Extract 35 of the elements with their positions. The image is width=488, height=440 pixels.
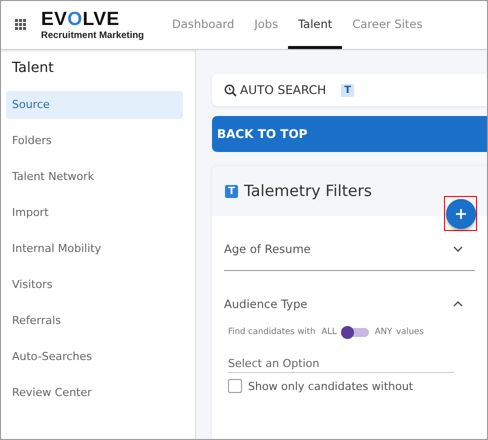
all-option-label: ALL (321, 327, 337, 337)
nav-tab[interactable]: Jobs (244, 1, 288, 49)
sidebar-item[interactable]: Referrals (6, 307, 183, 335)
filters-title: Talemetry Filters (244, 182, 372, 200)
sidebar-item[interactable]: Import (6, 199, 183, 227)
nav-tab[interactable]: Career Sites (342, 1, 432, 49)
nav-tab[interactable]: Dashboard (162, 1, 244, 49)
auto-search-bar[interactable]: AUTO SEARCH T (212, 74, 487, 106)
sidebar-item[interactable]: Source (6, 91, 183, 119)
filter-section-title[interactable]: Age of Resume (224, 242, 311, 256)
sidebar-item[interactable]: Auto-Searches (6, 343, 183, 371)
plus-icon (456, 208, 466, 218)
checkbox-label: Show only candidates without (248, 380, 414, 392)
sidebar-title: Talent (11, 60, 55, 78)
checkbox[interactable] (228, 379, 242, 393)
t-badge-icon: T (341, 84, 354, 96)
filter-section-title[interactable]: Audience Type (224, 297, 308, 311)
sidebar-item[interactable]: Visitors (6, 271, 183, 299)
sidebar-item[interactable]: Review Center (6, 379, 183, 407)
logo-tagline: Recruitment Marketing (41, 30, 144, 40)
sidebar-item[interactable]: Talent Network (6, 163, 183, 191)
t-badge-icon: T (225, 184, 238, 198)
back-to-top-button[interactable]: BACK TO TOP (212, 116, 487, 152)
sidebar-item[interactable]: Folders (6, 127, 183, 155)
match-prefix-text: Find candidates with (228, 327, 316, 337)
match-suffix-text: values (396, 327, 424, 337)
match-toggle[interactable] (342, 328, 369, 336)
chevron-icon[interactable] (453, 246, 463, 252)
apps-grid-icon[interactable] (15, 19, 27, 31)
sidebar-item[interactable]: Internal Mobility (6, 235, 183, 263)
chevron-icon[interactable] (453, 301, 463, 307)
auto-search-label: AUTO SEARCH (240, 83, 326, 97)
any-option-label: ANY (374, 327, 392, 337)
logo-wordmark: EVOLVE (41, 10, 121, 30)
search-icon (224, 84, 237, 96)
